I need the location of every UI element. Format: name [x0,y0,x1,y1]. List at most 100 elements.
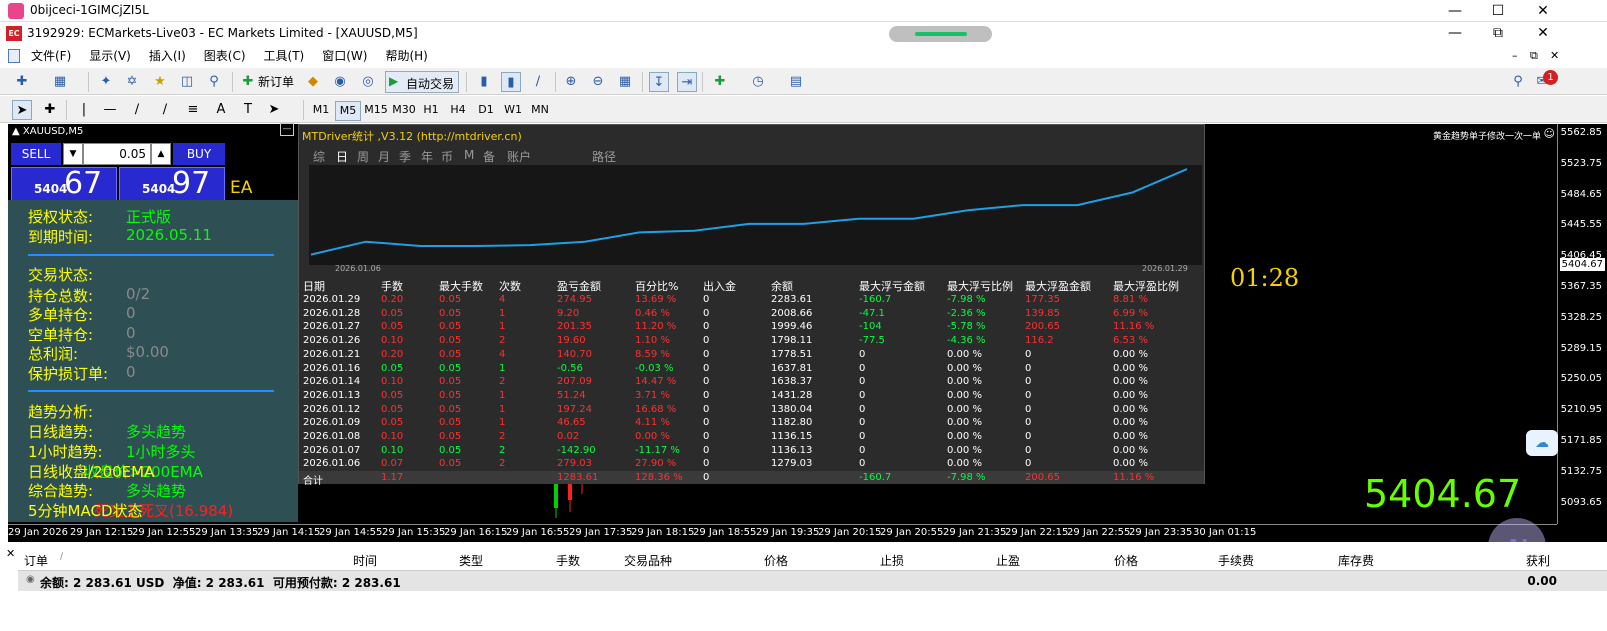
menu-file[interactable]: 文件(F) [22,45,80,67]
menu-charts[interactable]: 图表(C) [195,45,255,67]
terminal-column[interactable]: 手续费 [1218,552,1254,569]
timeframe-d1[interactable]: D1 [473,101,499,119]
terminal-column[interactable]: 止损 [880,552,904,569]
fibonacci-icon[interactable]: ≡ [183,100,203,120]
timeframe-m5[interactable]: M5 [335,101,361,121]
lot-stepper[interactable]: ▲ [151,143,171,165]
profiles-icon[interactable]: ▦ [50,72,70,92]
auto-trading-button[interactable]: ▶ 自动交易 [385,71,459,93]
terminal-column[interactable]: / [60,552,63,562]
timeframe-m30[interactable]: M30 [391,101,417,119]
line-chart-icon[interactable]: ∕ [528,72,548,92]
cursor-icon[interactable]: ➤ [12,100,32,120]
zoom-out-icon[interactable]: ⊖ [588,72,608,92]
indicators-icon[interactable]: ✚ [710,72,730,92]
periods-icon[interactable]: ◷ [748,72,768,92]
terminal-column[interactable]: 手数 [556,552,580,569]
lot-dropdown[interactable]: ▼ [63,143,83,165]
chart-shift-icon[interactable]: ⇥ [677,72,697,92]
candlestick-icon[interactable]: ▮ [501,72,521,92]
menu-tools[interactable]: 工具(T) [255,45,314,67]
terminal-column[interactable]: 获利 [1526,552,1550,569]
app-close-button[interactable]: ✕ [1520,22,1566,44]
terminal-column[interactable]: 库存费 [1338,552,1374,569]
sell-price-box[interactable]: 5404 67 [11,166,117,201]
stats-tab[interactable]: 备 [483,148,495,165]
stats-tab[interactable]: 年 [421,148,433,165]
terminal-column[interactable]: 订单 [24,552,48,569]
zoom-in-icon[interactable]: ⊕ [561,72,581,92]
close-button[interactable]: ✕ [1520,0,1566,22]
terminal-column[interactable]: 价格 [764,552,788,569]
metaeditor-icon[interactable]: ◆ [303,72,323,92]
stats-tab[interactable]: M [464,148,474,162]
app-restore-button[interactable]: ⧉ [1475,22,1521,44]
new-chart-icon[interactable]: ✚ [12,72,32,92]
side-chat-icon[interactable]: ☁ [1526,430,1558,456]
text-icon[interactable]: A [211,100,231,120]
stats-tab[interactable]: 路径 [592,148,616,165]
stats-tab[interactable]: 月 [378,148,390,165]
stats-tab[interactable]: 账户 [507,148,531,165]
sell-button[interactable]: SELL [11,143,61,165]
arrows-icon[interactable]: ➤ [264,100,284,120]
menu-insert[interactable]: 插入(I) [140,45,195,67]
crosshair-icon[interactable]: ✚ [40,100,60,120]
data-window-icon[interactable]: ★ [150,72,170,92]
stats-tab[interactable]: 周 [357,148,369,165]
strategy-tester-icon[interactable]: ⚲ [204,72,224,92]
menu-help[interactable]: 帮助(H) [376,45,436,67]
timeframe-h1[interactable]: H1 [418,101,444,119]
timeframe-m1[interactable]: M1 [308,101,334,119]
terminal-column[interactable]: 价格 [1114,552,1138,569]
text-label-icon[interactable]: T [238,100,258,120]
timeframe-m15[interactable]: M15 [363,101,389,119]
timeframe-w1[interactable]: W1 [500,101,526,119]
lot-input[interactable]: 0.05 [83,143,151,165]
search-icon[interactable]: ⚲ [1508,72,1528,92]
templates-icon[interactable]: ▤ [786,72,806,92]
vertical-line-icon[interactable]: | [74,100,94,120]
horizontal-line-icon[interactable]: — [100,100,120,120]
buy-price-box[interactable]: 5404 97 [119,166,225,201]
market-watch-icon[interactable]: ✦ [96,72,116,92]
maximize-button[interactable]: ☐ [1475,0,1521,22]
mdi-minimize-button[interactable]: – [1512,49,1518,62]
one-click-toggle-icon[interactable]: — [280,123,294,136]
mdi-close-button[interactable]: ✕ [1550,49,1559,62]
terminal-column[interactable]: 止盈 [996,552,1020,569]
menu-window[interactable]: 窗口(W) [313,45,376,67]
stats-tab[interactable]: 日 [336,148,348,165]
terminal-column[interactable]: 交易品种 [624,552,672,569]
terminal-close-icon[interactable]: ✕ [6,547,15,560]
broadcast-icon[interactable]: ◎ [358,72,378,92]
timeframe-mn[interactable]: MN [527,101,553,119]
autoscroll-icon[interactable]: ↧ [649,72,669,92]
trendline-icon[interactable]: ∕ [127,100,147,120]
signals-icon[interactable]: ◉ [330,72,350,92]
terminal-column[interactable]: 类型 [459,552,483,569]
ai-assistant-icon[interactable]: AI [1488,518,1546,542]
drag-handle[interactable] [889,26,992,42]
menu-view[interactable]: 显示(V) [80,45,140,67]
mdi-restore-button[interactable]: ⧉ [1530,49,1538,63]
stats-tab[interactable]: 币 [441,148,453,165]
mtdriver-stats-window[interactable]: MTDriver统计 ,V3.12 (http://mtdriver.cn) 综… [298,124,1205,487]
notification-badge[interactable]: 1 [1543,70,1558,85]
new-order-icon[interactable]: ✚ [238,72,258,92]
equidistant-channel-icon[interactable]: ∕ [155,100,175,120]
terminal-column[interactable]: 时间 [353,552,377,569]
bar-chart-icon[interactable]: ▮ [474,72,494,92]
new-order-button[interactable]: 新订单 [258,73,294,91]
app-minimize-button[interactable]: — [1432,22,1478,44]
stats-tab[interactable]: 季 [399,148,411,165]
timeframe-h4[interactable]: H4 [445,101,471,119]
time-axis: 29 Jan 2026 29 Jan 12:15 29 Jan 12:55 29 Ja… [8,524,1557,542]
navigator-icon[interactable]: ✡ [122,72,142,92]
minimize-button[interactable]: — [1432,0,1478,22]
terminal-icon[interactable]: ◫ [177,72,197,92]
tile-windows-icon[interactable]: ▦ [615,72,635,92]
buy-button[interactable]: BUY [173,143,225,165]
stats-cell: 0.05 [381,389,404,401]
stats-tab[interactable]: 综 [313,148,325,165]
